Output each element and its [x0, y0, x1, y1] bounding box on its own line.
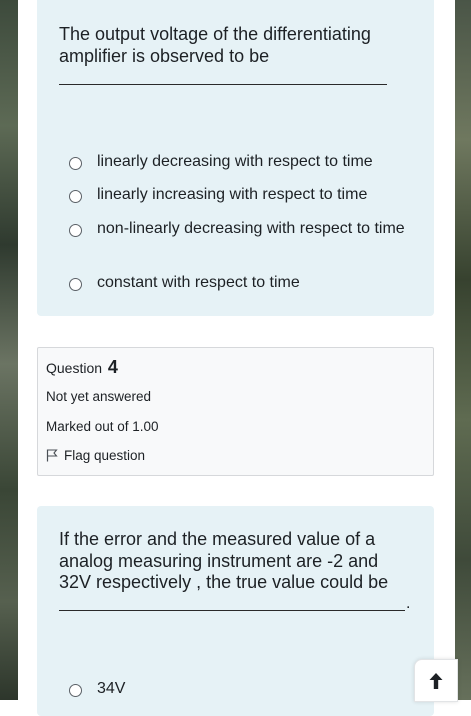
question-3-formulation: The output voltage of the differentiatin…: [37, 0, 434, 316]
answer-option-label[interactable]: non-linearly decreasing with respect to …: [97, 216, 407, 241]
answer-blank-line: [59, 610, 405, 611]
answer-option-4[interactable]: constant with respect to time: [69, 274, 407, 295]
arrow-up-icon[interactable]: [428, 672, 444, 690]
answer-option-2[interactable]: linearly increasing with respect to time: [69, 186, 407, 207]
radio-icon[interactable]: [69, 190, 82, 203]
answer-option-label[interactable]: linearly increasing with respect to time: [97, 182, 407, 207]
question-marks: Marked out of 1.00: [46, 419, 159, 434]
answer-option-3[interactable]: non-linearly decreasing with respect to …: [69, 220, 407, 241]
answer-option-label[interactable]: constant with respect to time: [97, 270, 407, 295]
question-4-text: If the error and the measured value of a…: [59, 529, 389, 592]
radio-icon[interactable]: [69, 684, 82, 697]
question-number-value: 4: [107, 357, 118, 377]
flag-question-label[interactable]: Flag question: [64, 448, 145, 463]
answer-option-1[interactable]: linearly decreasing with respect to time: [69, 153, 407, 174]
question-3-text: The output voltage of the differentiatin…: [59, 24, 371, 66]
question-4-formulation: If the error and the measured value of a…: [37, 506, 434, 716]
scroll-to-top-button[interactable]: [414, 659, 458, 702]
answer-option-1[interactable]: 34V: [69, 680, 407, 701]
question-state: Not yet answered: [46, 389, 152, 404]
radio-icon[interactable]: [69, 224, 82, 237]
answer-blank-line: [59, 84, 387, 85]
background-photo-right: [455, 0, 471, 700]
answer-option-label[interactable]: linearly decreasing with respect to time: [97, 149, 407, 174]
flag-question-button[interactable]: Flag question: [46, 448, 145, 463]
quiz-page: The output voltage of the differentiatin…: [18, 0, 455, 716]
trailing-dot: .: [406, 595, 411, 612]
question-4-info: Question 4 Not yet answered Marked out o…: [37, 347, 434, 476]
answer-option-label[interactable]: 34V: [97, 676, 407, 701]
flag-icon[interactable]: [46, 449, 58, 462]
question-number: Question 4: [46, 357, 118, 378]
background-photo-left: [0, 0, 18, 700]
radio-icon[interactable]: [69, 278, 82, 291]
question-label: Question: [46, 360, 103, 376]
radio-icon[interactable]: [69, 157, 82, 170]
